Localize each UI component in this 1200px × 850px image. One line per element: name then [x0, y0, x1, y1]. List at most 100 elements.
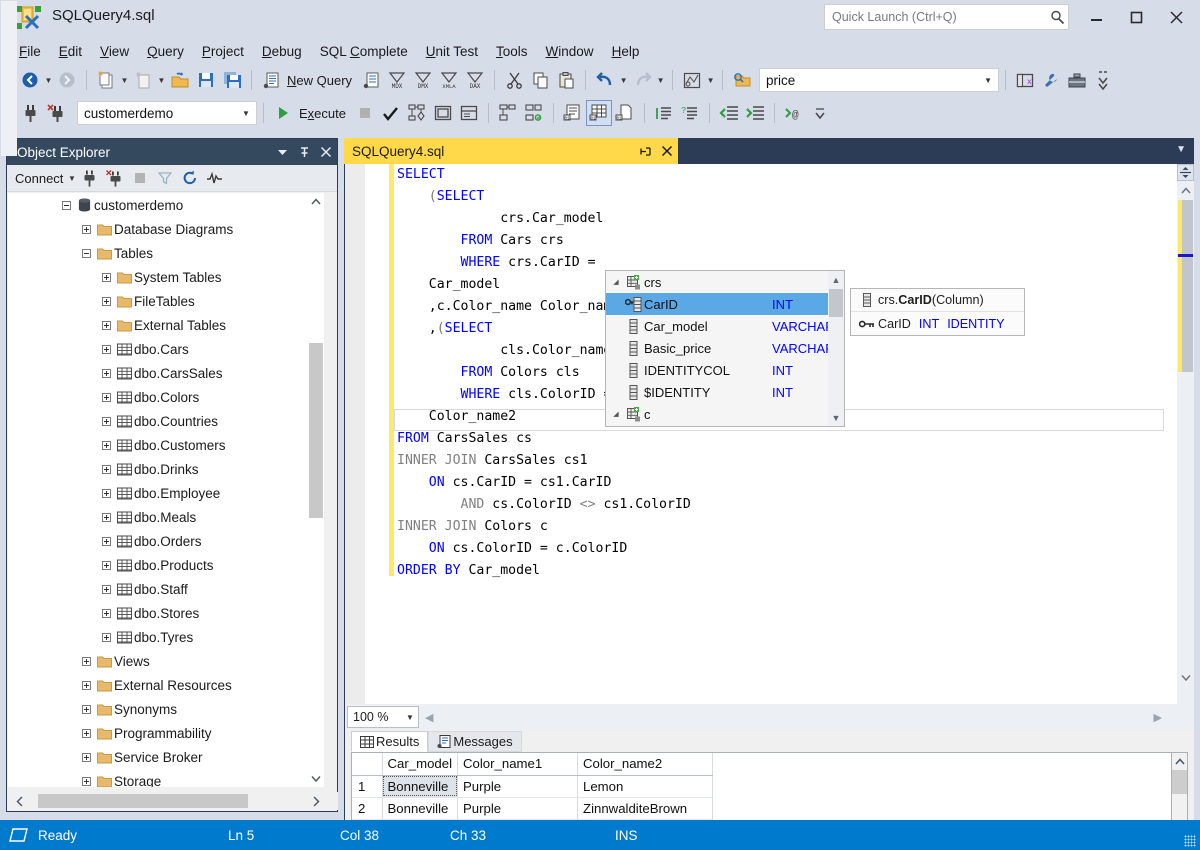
tree-node-views[interactable]: Views: [8, 649, 322, 673]
tree-node-dbo-colors[interactable]: dbo.Colors: [8, 385, 322, 409]
scrollbar-thumb[interactable]: [38, 794, 248, 808]
menu-view[interactable]: View: [91, 41, 138, 62]
expander-triangle-icon[interactable]: ◢: [610, 410, 622, 418]
tree-node-storage[interactable]: Storage: [8, 769, 322, 787]
table-cell[interactable]: Purple: [458, 797, 578, 819]
expander-plus-icon[interactable]: [78, 649, 94, 673]
new-mdx-query-icon[interactable]: MDX: [384, 67, 410, 93]
save-all-icon[interactable]: [219, 67, 245, 93]
intellisense-scrollbar[interactable]: ▲▼: [828, 271, 844, 426]
intellisense-popup[interactable]: ◢crsCarIDINTCar_modelVARCHARBasic_priceV…: [605, 270, 845, 427]
results-to-text-output-icon[interactable]: 01: [560, 100, 586, 126]
table-cell[interactable]: ZinnwalditeBrown: [578, 797, 713, 819]
navigate-back-icon[interactable]: [17, 67, 43, 93]
results-to-grid-icon[interactable]: [521, 100, 547, 126]
expander-minus-icon[interactable]: [78, 241, 94, 265]
expander-plus-icon[interactable]: [78, 769, 94, 787]
scroll-up-icon[interactable]: ▲: [828, 272, 844, 287]
connect-button[interactable]: Connect: [15, 171, 66, 186]
new-query-icon[interactable]: [93, 67, 119, 93]
tree-node-database-diagrams[interactable]: Database Diagrams: [8, 217, 322, 241]
database-combo[interactable]: customerdemo ▼: [77, 101, 257, 125]
execute-play-icon[interactable]: [270, 100, 296, 126]
scroll-up-icon[interactable]: [308, 193, 324, 210]
tab-list-chevron-icon[interactable]: ▼: [1176, 144, 1186, 155]
tree-node-external-tables[interactable]: External Tables: [8, 313, 322, 337]
menu-query[interactable]: Query: [138, 41, 193, 62]
chevron-down-icon[interactable]: ▼: [402, 713, 418, 722]
tree-node-dbo-orders[interactable]: dbo.Orders: [8, 529, 322, 553]
toolbox-icon[interactable]: [1064, 67, 1090, 93]
tree-node-programmability[interactable]: Programmability: [8, 721, 322, 745]
scrollbar-thumb[interactable]: [1178, 200, 1193, 372]
scroll-down-icon[interactable]: [308, 770, 324, 787]
expander-plus-icon[interactable]: [78, 673, 94, 697]
expander-plus-icon[interactable]: [98, 409, 114, 433]
table-row[interactable]: 1BonnevillePurpleLemon: [352, 775, 713, 797]
expander-plus-icon[interactable]: [98, 361, 114, 385]
tree-node-dbo-cars[interactable]: dbo.Cars: [8, 337, 322, 361]
toolbar-overflow-icon[interactable]: [807, 100, 833, 126]
filter-funnel-icon[interactable]: [152, 167, 177, 189]
scrollbar-thumb[interactable]: [1172, 770, 1187, 794]
new-dmx-query-icon[interactable]: DMX: [410, 67, 436, 93]
table-cell[interactable]: Bonneville: [382, 797, 458, 819]
scroll-down-icon[interactable]: [1177, 669, 1194, 686]
undo-icon[interactable]: [592, 67, 618, 93]
intellisense-item-car-model[interactable]: Car_modelVARCHAR: [606, 315, 844, 337]
connect-plug-icon[interactable]: [77, 167, 102, 189]
table-cell[interactable]: Bonneville: [382, 775, 458, 797]
disconnect-plug-icon[interactable]: [43, 100, 69, 126]
tree-node-customerdemo[interactable]: customerdemo: [8, 193, 322, 217]
tree-node-tables[interactable]: Tables: [8, 241, 322, 265]
menu-unit-test[interactable]: Unit Test: [417, 41, 487, 62]
include-client-statistics-icon[interactable]: [456, 100, 482, 126]
navigate-forward-icon[interactable]: [54, 67, 80, 93]
expander-plus-icon[interactable]: [98, 505, 114, 529]
tree-node-system-tables[interactable]: System Tables: [8, 265, 322, 289]
new-xmla-query-icon[interactable]: XMLA: [436, 67, 462, 93]
expander-plus-icon[interactable]: [98, 433, 114, 457]
intellisense-item-basic-price[interactable]: Basic_priceVARCHAR: [606, 337, 844, 359]
expander-plus-icon[interactable]: [98, 289, 114, 313]
expander-plus-icon[interactable]: [98, 265, 114, 289]
tree-node-service-broker[interactable]: Service Broker: [8, 745, 322, 769]
menu-sql-complete[interactable]: SQL Complete: [311, 41, 417, 62]
scroll-up-icon[interactable]: [1177, 182, 1194, 199]
expander-plus-icon[interactable]: [98, 385, 114, 409]
tree-node-dbo-meals[interactable]: dbo.Meals: [8, 505, 322, 529]
results-to-grid-output-icon[interactable]: 01: [586, 100, 612, 126]
show-diagram-icon[interactable]: [679, 67, 705, 93]
scroll-down-icon[interactable]: ▼: [828, 410, 844, 425]
menu-help[interactable]: Help: [603, 41, 649, 62]
uncomment-icon[interactable]: ?: [677, 100, 703, 126]
find-combo[interactable]: price ▼: [759, 68, 999, 92]
new-file-icon[interactable]: [130, 67, 156, 93]
include-actual-plan-icon[interactable]: [430, 100, 456, 126]
cut-icon[interactable]: [501, 67, 527, 93]
new-query-doc-icon[interactable]: [258, 67, 284, 93]
scrollbar-thumb[interactable]: [829, 289, 843, 317]
save-icon[interactable]: [193, 67, 219, 93]
menu-tools[interactable]: Tools: [487, 41, 537, 62]
column-header[interactable]: Color_name2: [578, 753, 713, 775]
toolbar-overflow-icon[interactable]: [1090, 67, 1116, 93]
pin-icon[interactable]: [634, 140, 656, 162]
expander-triangle-icon[interactable]: ◢: [610, 278, 622, 286]
specify-values-icon[interactable]: @: [781, 100, 807, 126]
results-to-text-icon[interactable]: [495, 100, 521, 126]
resize-grip[interactable]: [1184, 835, 1196, 847]
connect-dropdown-icon[interactable]: ▼: [66, 174, 77, 183]
quick-launch-box[interactable]: Quick Launch (Ctrl+Q): [824, 4, 1069, 30]
row-number[interactable]: 2: [352, 797, 382, 819]
increase-indent-icon[interactable]: [742, 100, 768, 126]
close-icon[interactable]: [315, 141, 337, 163]
expander-plus-icon[interactable]: [98, 481, 114, 505]
chevron-down-icon[interactable]: [271, 141, 293, 163]
tab-results[interactable]: Results: [351, 731, 428, 752]
new-file-dropdown-icon[interactable]: ▼: [156, 76, 167, 85]
tab-messages[interactable]: Messages: [428, 731, 521, 752]
tree-node-dbo-customers[interactable]: dbo.Customers: [8, 433, 322, 457]
new-dax-query-icon[interactable]: DAX: [462, 67, 488, 93]
results-to-file-icon[interactable]: 01: [612, 100, 638, 126]
